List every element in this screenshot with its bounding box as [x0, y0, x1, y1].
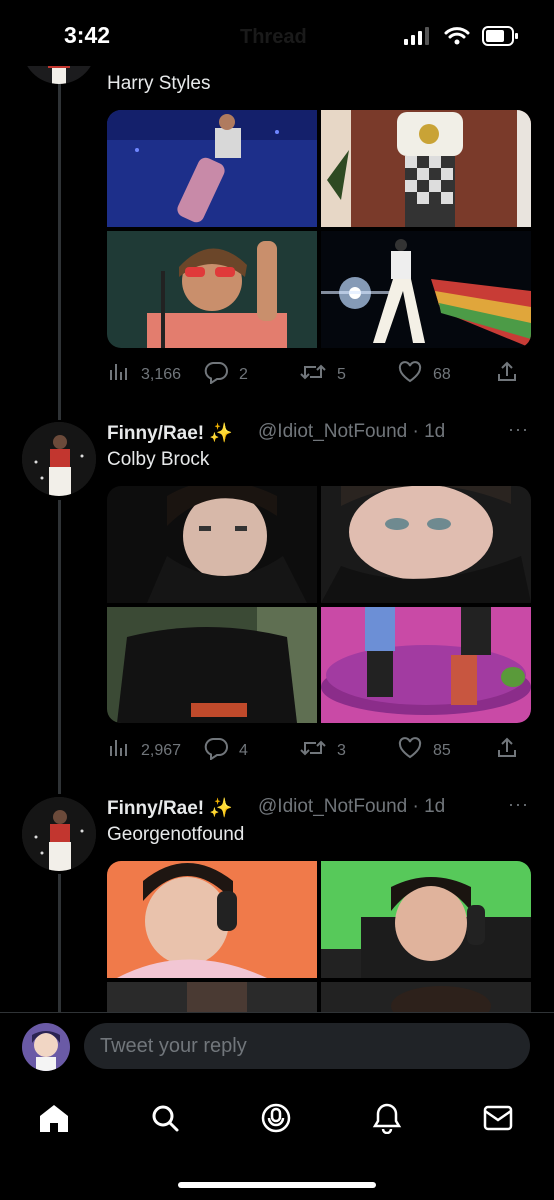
tab-search[interactable]: [145, 1100, 185, 1140]
home-icon: [38, 1103, 70, 1138]
tweet-photo[interactable]: [321, 607, 531, 723]
display-name-text: Finny/Rae!: [107, 798, 205, 819]
tweet-text: Harry Styles: [107, 73, 211, 94]
tweet-photo[interactable]: [321, 231, 531, 348]
tweet-text: Colby Brock: [107, 449, 210, 470]
retweet-button[interactable]: 3: [299, 736, 346, 765]
like-button[interactable]: 85: [397, 736, 451, 765]
tweet-actions: 2,967 4 3 85: [107, 736, 527, 764]
views-button[interactable]: 2,967: [107, 736, 181, 765]
header-title: Thread: [240, 26, 307, 48]
share-button[interactable]: [495, 360, 519, 389]
retweet-icon: [299, 360, 327, 389]
thread-line: [58, 66, 61, 420]
sparkles-emoji: ✨: [209, 798, 234, 819]
media-grid[interactable]: [107, 486, 531, 723]
tweet-photo[interactable]: [107, 982, 317, 1012]
tab-spaces[interactable]: [256, 1100, 296, 1140]
share-icon: [495, 736, 519, 765]
tweet-photo[interactable]: [107, 486, 317, 603]
more-options-icon[interactable]: ···: [508, 794, 529, 815]
tweet-photo[interactable]: [107, 607, 317, 723]
share-button[interactable]: [495, 736, 519, 765]
handle-and-time[interactable]: @Idiot_NotFound · 1d: [258, 796, 445, 818]
tweet-photo[interactable]: [107, 110, 317, 227]
reply-count: 4: [239, 741, 248, 759]
wifi-icon: [444, 26, 470, 51]
tweet-text: Georgenotfound: [107, 824, 245, 845]
spaces-icon: [260, 1102, 292, 1139]
tweet-photo[interactable]: [107, 861, 317, 978]
like-count: 68: [433, 365, 451, 383]
clock: 3:42: [64, 22, 111, 48]
tweet-photo[interactable]: [321, 861, 531, 978]
signal-icon: [404, 27, 432, 50]
retweet-count: 3: [337, 741, 346, 759]
avatar[interactable]: [22, 797, 96, 871]
thread-line: [58, 500, 61, 794]
tab-home[interactable]: [34, 1100, 74, 1140]
home-indicator: [178, 1182, 376, 1188]
battery-icon: [482, 26, 518, 51]
messages-icon: [482, 1104, 514, 1137]
reply-icon: [203, 360, 229, 389]
tab-messages[interactable]: [478, 1100, 518, 1140]
user-avatar[interactable]: [22, 1023, 70, 1071]
media-grid[interactable]: [107, 110, 531, 348]
tweet-photo[interactable]: [107, 231, 317, 348]
retweet-button[interactable]: 5: [299, 360, 346, 389]
reply-count: 2: [239, 365, 248, 383]
sparkles-emoji: ✨: [209, 423, 234, 444]
more-options-icon[interactable]: ···: [508, 419, 529, 440]
tweet-photo[interactable]: [321, 982, 531, 1012]
views-count: 2,967: [141, 741, 182, 759]
views-count: 3,166: [141, 365, 182, 383]
reply-input[interactable]: Tweet your reply: [84, 1023, 530, 1069]
reply-bar: Tweet your reply: [0, 1012, 554, 1081]
reply-button[interactable]: 4: [203, 736, 248, 765]
tweet-actions: 3,166 2 5 68: [107, 360, 527, 388]
display-name[interactable]: Finny/Rae! ✨: [107, 421, 233, 445]
status-icons: [404, 26, 518, 51]
display-name-text: Finny/Rae!: [107, 423, 205, 444]
views-icon: [107, 360, 131, 389]
like-button[interactable]: 68: [397, 360, 451, 389]
handle-and-time[interactable]: @Idiot_NotFound · 1d: [258, 421, 445, 443]
avatar[interactable]: [22, 422, 96, 496]
share-icon: [495, 360, 519, 389]
search-icon: [150, 1103, 180, 1138]
display-name[interactable]: Finny/Rae! ✨: [107, 796, 233, 820]
thread-line: [58, 874, 61, 1012]
views-button[interactable]: 3,166: [107, 360, 181, 389]
reply-button[interactable]: 2: [203, 360, 248, 389]
heart-icon: [397, 360, 423, 389]
like-count: 85: [433, 741, 451, 759]
notifications-icon: [372, 1102, 402, 1139]
retweet-icon: [299, 736, 327, 765]
tweet-photo[interactable]: [321, 110, 531, 227]
tweet-photo[interactable]: [321, 486, 531, 603]
reply-icon: [203, 736, 229, 765]
tab-notifications[interactable]: [367, 1100, 407, 1140]
media-grid[interactable]: [107, 861, 531, 1012]
retweet-count: 5: [337, 365, 346, 383]
heart-icon: [397, 736, 423, 765]
views-icon: [107, 736, 131, 765]
status-bar: Thread 3:42: [0, 0, 554, 66]
